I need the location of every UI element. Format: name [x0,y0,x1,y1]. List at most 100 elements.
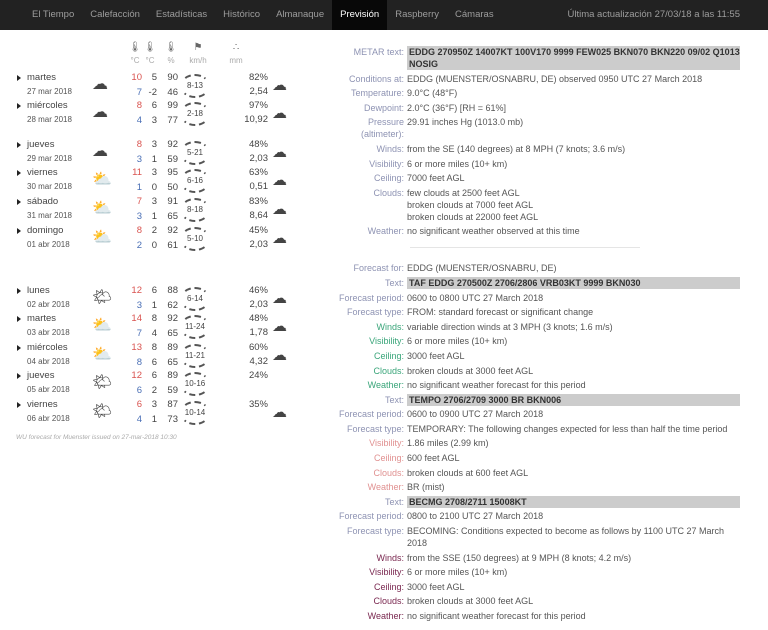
field-row: Forecast type: TEMPORARY: The following c… [330,423,740,435]
field-value: 3000 feet AGL [407,350,465,361]
field-row: Clouds: few clouds at 2500 feet AGL broke… [330,187,740,223]
raw-code: EDDG 270950Z 14007KT 100V170 9999 FEW025… [407,46,740,70]
field-label: Ceiling: [373,581,404,592]
field-value: EDDG (MUENSTER/OSNABRU, DE) [407,263,557,274]
mostly-sunny-icon: 🌤 [92,403,113,420]
rain-amount: 8,64 [249,210,269,221]
tmax-value: 4 [136,115,142,126]
day-date: 03 abr 2018 [27,328,70,337]
day-name: martes [27,313,57,324]
tmin-value: 1 [151,211,157,222]
tab-6[interactable]: Raspberry [387,0,447,30]
field-value: BECOMING: Conditions expected to become … [407,526,724,549]
tmin-value: 0 [151,182,157,193]
expand-toggle[interactable] [17,316,21,322]
rain-probability: 82% [248,72,268,83]
expand-toggle[interactable] [17,170,21,176]
rain-amount: 4,32 [249,356,269,367]
field-value: broken clouds at 3000 feet AGL [407,365,534,376]
field-row: Visibility: 6 or more miles (10+ km) [330,566,740,578]
expand-toggle[interactable] [17,228,21,234]
tmin-value: 1 [151,154,157,165]
rain-cloud-icon: ☁ [272,144,287,161]
wind-range: 6-16 [180,169,210,193]
field-label: Clouds: [373,365,404,376]
day-name: miércoles [27,342,68,353]
expand-toggle[interactable] [17,345,21,351]
tmax-value: 2 [136,240,142,251]
wind-flag-icon: ⚑ [193,42,203,53]
field-row: Clouds: broken clouds at 600 feet AGL [330,467,740,479]
expand-toggle[interactable] [17,75,21,81]
thermometer-max-icon: 🌡 [128,42,142,53]
field-row: Winds: from the SE (140 degrees) at 8 MPH… [330,143,740,155]
field-label: Clouds: [373,187,404,198]
column-header: 🌡 °C [128,42,142,65]
hum-value: 77 [167,115,178,126]
tab-3[interactable]: Histórico [215,0,268,30]
column-header: ⚑ km/h [183,42,213,65]
rain-cloud-icon: ☁ [272,172,287,189]
rain-probability: 63% [248,167,268,178]
day-date: 28 mar 2018 [27,115,72,124]
rain-probability: 48% [248,139,268,150]
tab-7[interactable]: Cámaras [447,0,502,30]
day-row: viernes 06 abr 2018 🌤 6 4 3 1 87 73 10-14 35% ☁ [0,399,310,427]
field-label: Temperature: [350,88,404,99]
tab-4[interactable]: Almanaque [268,0,332,30]
field-value: 0600 to 0800 UTC 27 March 2018 [407,292,544,303]
rain-cloud-icon: ☁ [272,318,287,335]
day-row: miércoles 04 abr 2018 ⛅ 13 8 8 6 89 65 11-21 60% 4,… [0,342,310,370]
field-row: Text: TAF EDDG 270500Z 2706/2806 VRB03KT … [330,276,740,289]
rain-cloud-icon: ☁ [272,77,287,94]
field-row: Forecast period: 0800 to 2100 UTC 27 Marc… [330,510,740,522]
rain-probability: 60% [248,342,268,353]
tab-5[interactable]: Previsión [332,0,388,30]
expand-toggle[interactable] [17,199,21,205]
day-row: martes 03 abr 2018 ⛅ 14 7 8 4 92 65 11-24 48% 1,78 ☁ [0,313,310,341]
partly-cloudy-icon: ⛅ [92,171,112,188]
tab-0[interactable]: El Tiempo [24,0,82,30]
wind-range: 10-16 [180,372,210,396]
field-row: Weather: no significant weather observed … [330,225,740,237]
partly-cloudy-icon: ⛅ [92,200,112,217]
field-label: Forecast for: [353,263,404,274]
field-label: Forecast type: [346,423,404,434]
wind-range: 11-21 [180,344,210,368]
field-value: TEMPORARY: The following changes expecte… [407,423,728,434]
hum-value: 65 [167,328,178,339]
tmax-value: 4 [136,414,142,425]
expand-toggle[interactable] [17,402,21,408]
day-name: jueves [27,139,55,150]
field-row: Text: BECMG 2708/2711 15008KT [330,495,740,508]
mostly-sunny-icon: 🌤 [92,289,113,306]
hum-value: 88 [167,285,178,296]
expand-toggle[interactable] [17,373,21,379]
tmin-value: 6 [151,100,157,111]
field-label: Clouds: [373,467,404,478]
field-label: Winds: [376,321,404,332]
tab-2[interactable]: Estadísticas [148,0,215,30]
day-date: 05 abr 2018 [27,385,70,394]
day-name: viernes [27,399,58,410]
tab-1[interactable]: Calefacción [82,0,148,30]
field-value: EDDG (MUENSTER/OSNABRU, DE) observed 095… [407,73,703,84]
tmax-value: 6 [136,385,142,396]
field-label: Weather: [367,611,404,621]
day-date: 30 mar 2018 [27,182,72,191]
tmin-value: 6 [151,357,157,368]
tmin-value: 6 [151,370,157,381]
expand-toggle[interactable] [17,103,21,109]
raw-code: TAF EDDG 270500Z 2706/2806 VRB03KT 9999 … [407,276,740,289]
expand-toggle[interactable] [17,288,21,294]
tmax-value: 10 [131,72,142,83]
field-label: Ceiling: [373,350,404,361]
tmax-value: 8 [136,357,142,368]
tmin-value: 3 [151,139,157,150]
field-value: 29.91 inches Hg (1013.0 mb) [407,117,524,128]
expand-toggle[interactable] [17,142,21,148]
raw-code: BECMG 2708/2711 15008KT [407,495,740,508]
day-name: domingo [27,225,64,236]
field-label: Forecast period: [338,511,404,522]
tmin-value: 5 [151,72,157,83]
